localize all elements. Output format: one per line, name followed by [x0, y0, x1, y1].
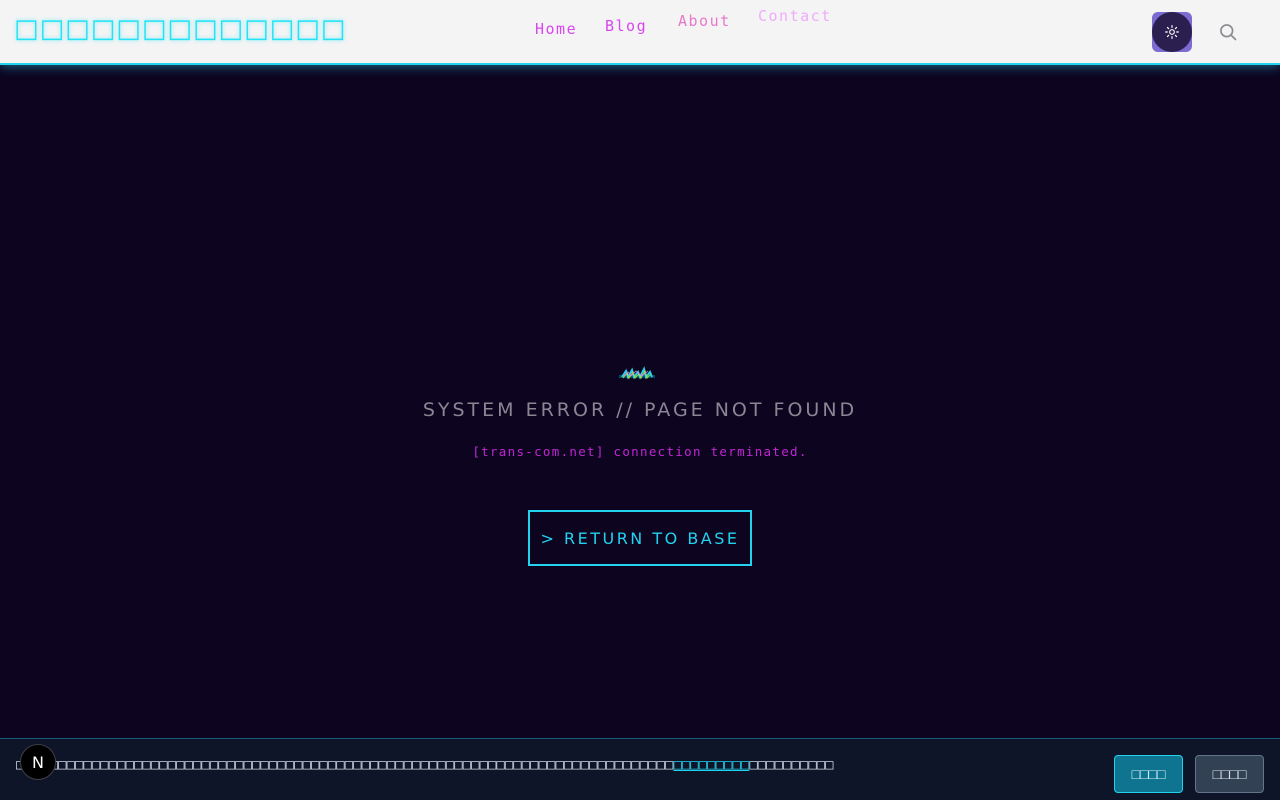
cookie-decline-button[interactable]: □□□□ [1195, 755, 1264, 793]
error-title: SYSTEM ERROR // PAGE NOT FOUND [422, 399, 858, 421]
nav-about-link[interactable]: About [678, 12, 731, 30]
cookie-text-after: □□□□□□□□□□ [749, 757, 834, 773]
theme-toggle-button[interactable] [1152, 12, 1192, 52]
nav-contact-link[interactable]: Contact [758, 7, 832, 25]
cookie-text-before: □□□□□□□□□□□□□□□□□□□□□□□□□□□□□□□□□□□□□□□□… [16, 757, 674, 773]
site-header: □□□□□□□□□□□□□ Home Blog About Contact [0, 0, 1280, 65]
return-to-base-button[interactable]: > RETURN TO BASE [528, 510, 752, 566]
nav-home-link[interactable]: Home [535, 20, 577, 38]
error-subtitle: [trans-com.net] connection terminated. [472, 444, 808, 459]
search-icon [1220, 24, 1237, 41]
sun-icon [1165, 25, 1179, 39]
cookie-message: □□□□□□□□□□□□□□□□□□□□□□□□□□□□□□□□□□□□□□□□… [16, 757, 834, 773]
cookie-banner: □□□□□□□□□□□□□□□□□□□□□□□□□□□□□□□□□□□□□□□□… [0, 738, 1280, 800]
search-button[interactable] [1214, 18, 1242, 46]
nav-blog-link[interactable]: Blog [605, 17, 647, 35]
dev-tools-badge[interactable]: N [20, 744, 56, 780]
glitch-icon [617, 362, 657, 386]
privacy-policy-link[interactable]: □□□□□□□□□ [673, 757, 749, 773]
cookie-accept-button[interactable]: □□□□ [1114, 755, 1183, 793]
site-logo-title[interactable]: □□□□□□□□□□□□□ [14, 14, 346, 44]
